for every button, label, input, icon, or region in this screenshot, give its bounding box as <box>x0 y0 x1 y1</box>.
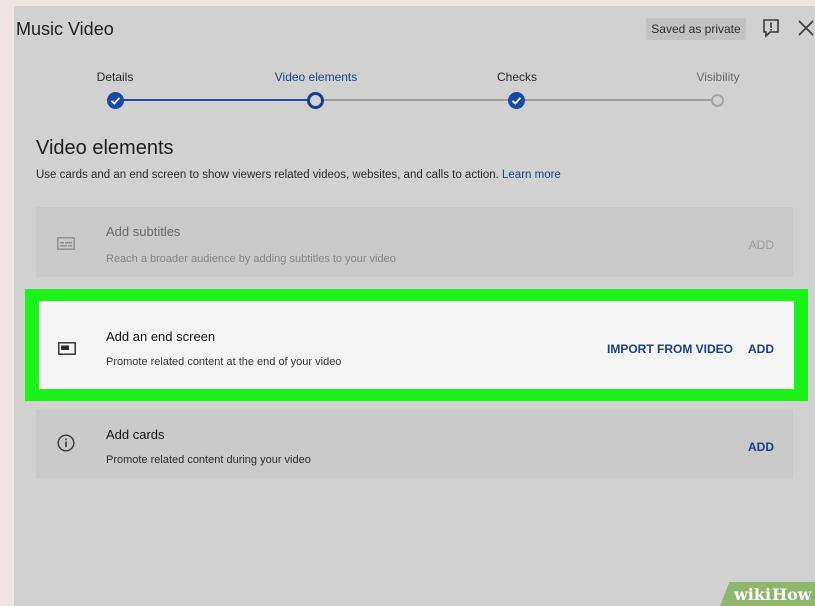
step-checks-check-icon[interactable] <box>508 92 525 109</box>
end-screen-icon <box>58 342 76 355</box>
add-subtitles-description: Reach a broader audience by adding subti… <box>106 253 396 265</box>
step-checks-label[interactable]: Checks <box>457 70 577 84</box>
section-description-text: Use cards and an end screen to show view… <box>36 169 499 181</box>
section-heading: Video elements <box>36 137 174 159</box>
add-subtitles-title: Add subtitles <box>106 224 181 239</box>
upload-dialog: Music Video Saved as private Details Vid… <box>14 6 815 606</box>
watermark-wiki-text: wiki <box>734 584 772 604</box>
saved-status-badge: Saved as private <box>646 18 746 40</box>
section-description: Use cards and an end screen to show view… <box>36 169 561 181</box>
step-video-elements-current-icon[interactable] <box>307 92 324 109</box>
step-details-label[interactable]: Details <box>55 70 175 84</box>
stepper-track-done <box>115 99 315 101</box>
add-subtitles-button[interactable]: ADD <box>749 238 774 252</box>
watermark-how-text: How <box>772 584 812 604</box>
add-cards-title: Add cards <box>106 427 165 442</box>
step-visibility-pending-icon[interactable] <box>711 94 724 107</box>
add-end-screen-title: Add an end screen <box>106 329 216 344</box>
subtitles-icon <box>57 237 75 250</box>
wikihow-watermark: wiki How <box>720 582 815 606</box>
add-cards-button[interactable]: ADD <box>748 440 774 454</box>
step-video-elements-label[interactable]: Video elements <box>256 70 376 84</box>
learn-more-link[interactable]: Learn more <box>502 169 561 181</box>
import-from-video-button[interactable]: IMPORT FROM VIDEO <box>607 342 733 356</box>
add-end-screen-row: Add an end screen Promote related conten… <box>39 301 794 389</box>
dialog-title: Music Video <box>16 19 114 39</box>
info-icon <box>57 434 75 452</box>
add-subtitles-row: Add subtitles Reach a broader audience b… <box>36 207 793 277</box>
feedback-icon[interactable] <box>762 18 780 38</box>
add-cards-row: Add cards Promote related content during… <box>36 410 793 478</box>
step-visibility-label[interactable]: Visibility <box>658 70 778 84</box>
add-end-screen-button[interactable]: ADD <box>748 342 774 356</box>
add-cards-description: Promote related content during your vide… <box>106 454 311 466</box>
step-details-check-icon[interactable] <box>107 92 124 109</box>
close-icon[interactable] <box>797 19 815 37</box>
add-end-screen-description: Promote related content at the end of yo… <box>106 356 342 368</box>
